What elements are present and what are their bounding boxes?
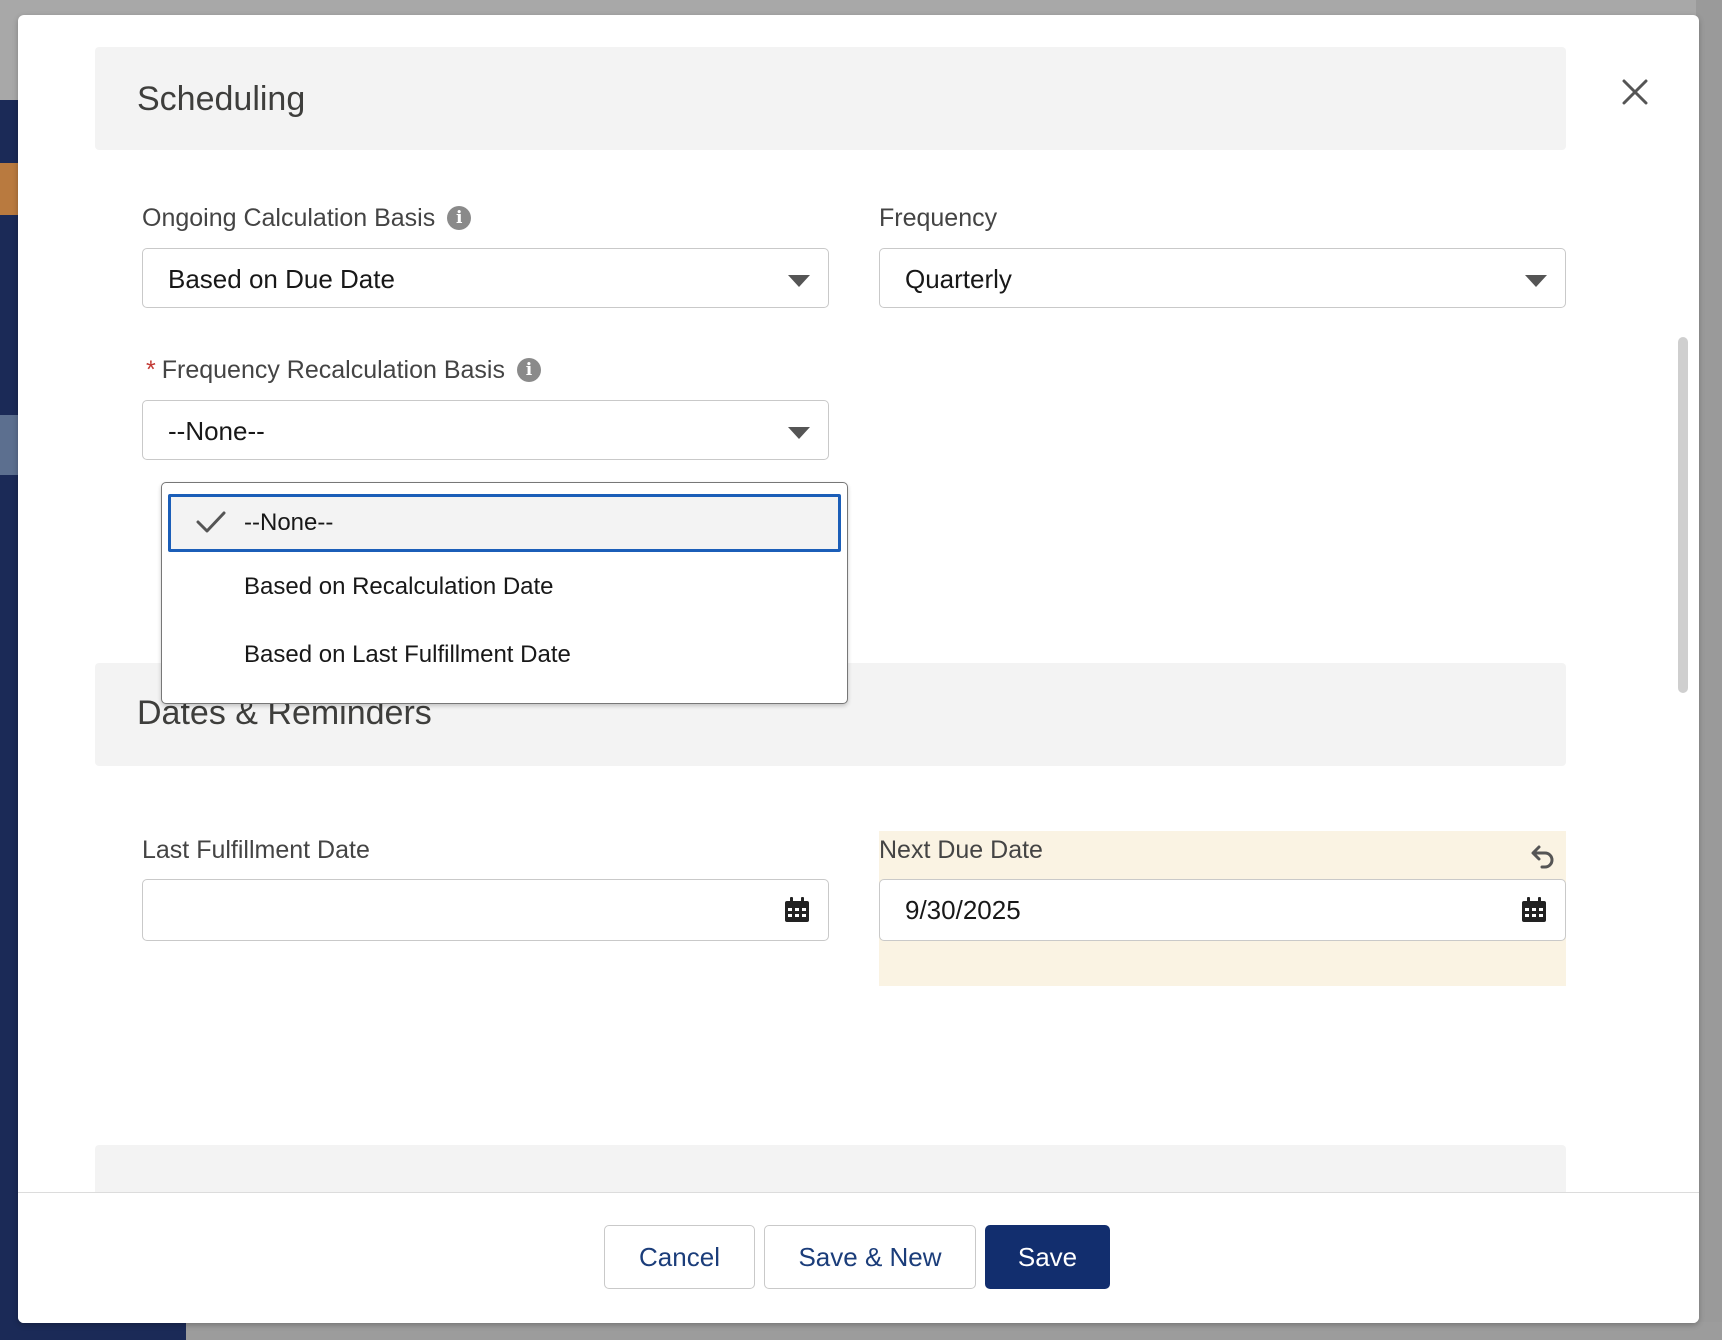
field-label-text: Next Due Date	[879, 836, 1043, 864]
field-label-text: Last Fulfillment Date	[142, 836, 370, 864]
chevron-down-icon	[788, 275, 810, 287]
last-fulfillment-date-label: Last Fulfillment Date	[142, 835, 370, 865]
modal-scrollbar[interactable]	[1678, 337, 1688, 693]
chevron-down-icon	[788, 427, 810, 439]
check-icon	[196, 511, 226, 533]
background-right-edge	[1696, 0, 1722, 1340]
frequency-recalculation-basis-select[interactable]: --None--	[142, 400, 829, 460]
ongoing-calculation-basis-select[interactable]: Based on Due Date	[142, 248, 829, 308]
combo-value: --None--	[168, 416, 265, 446]
listbox-option[interactable]: Based on Recalculation Date	[168, 559, 841, 617]
chevron-down-icon	[1525, 275, 1547, 287]
cancel-button[interactable]: Cancel	[604, 1225, 755, 1289]
option-label: Based on Recalculation Date	[244, 573, 554, 600]
info-icon[interactable]: i	[447, 206, 472, 230]
background-bottom-sidebar	[0, 1322, 186, 1340]
required-indicator: *	[146, 356, 156, 384]
ongoing-calculation-basis-label: Ongoing Calculation Basis i	[142, 203, 472, 233]
combo-value: Quarterly	[905, 264, 1012, 294]
modal-footer: Cancel Save & New Save	[18, 1192, 1699, 1323]
close-icon	[1622, 79, 1648, 105]
scheduling-section-header[interactable]: Scheduling	[95, 47, 1566, 150]
close-button[interactable]	[1613, 70, 1657, 114]
field-label-text: Ongoing Calculation Basis	[142, 204, 436, 232]
next-due-date-label: Next Due Date	[879, 835, 1043, 865]
combo-value: Based on Due Date	[168, 264, 395, 294]
frequency-label: Frequency	[879, 203, 997, 233]
edit-record-modal: Scheduling Ongoing Calculation Basis i B…	[18, 15, 1699, 1323]
section-title: Scheduling	[137, 80, 306, 118]
info-icon[interactable]: i	[516, 358, 541, 382]
frequency-recalculation-basis-listbox: --None-- Based on Recalculation Date Bas…	[161, 482, 848, 704]
option-label: Based on Last Fulfillment Date	[244, 641, 571, 668]
option-label: --None--	[244, 509, 334, 536]
field-label-text: Frequency Recalculation Basis	[161, 356, 505, 384]
save-button[interactable]: Save	[985, 1225, 1110, 1289]
listbox-option[interactable]: Based on Last Fulfillment Date	[168, 627, 841, 685]
save-and-new-button[interactable]: Save & New	[764, 1225, 976, 1289]
background-bottom-edge	[0, 1322, 1722, 1340]
next-due-date-input[interactable]: 9/30/2025	[879, 879, 1566, 941]
listbox-option[interactable]: --None--	[168, 494, 841, 552]
frequency-recalculation-basis-label: * Frequency Recalculation Basis i	[146, 355, 541, 385]
date-value: 9/30/2025	[905, 895, 1021, 925]
undo-icon[interactable]	[1526, 843, 1556, 873]
calendar-icon[interactable]	[784, 897, 810, 923]
field-label-text: Frequency	[879, 204, 998, 232]
last-fulfillment-date-input[interactable]	[142, 879, 829, 941]
frequency-select[interactable]: Quarterly	[879, 248, 1566, 308]
calendar-icon[interactable]	[1521, 897, 1547, 923]
